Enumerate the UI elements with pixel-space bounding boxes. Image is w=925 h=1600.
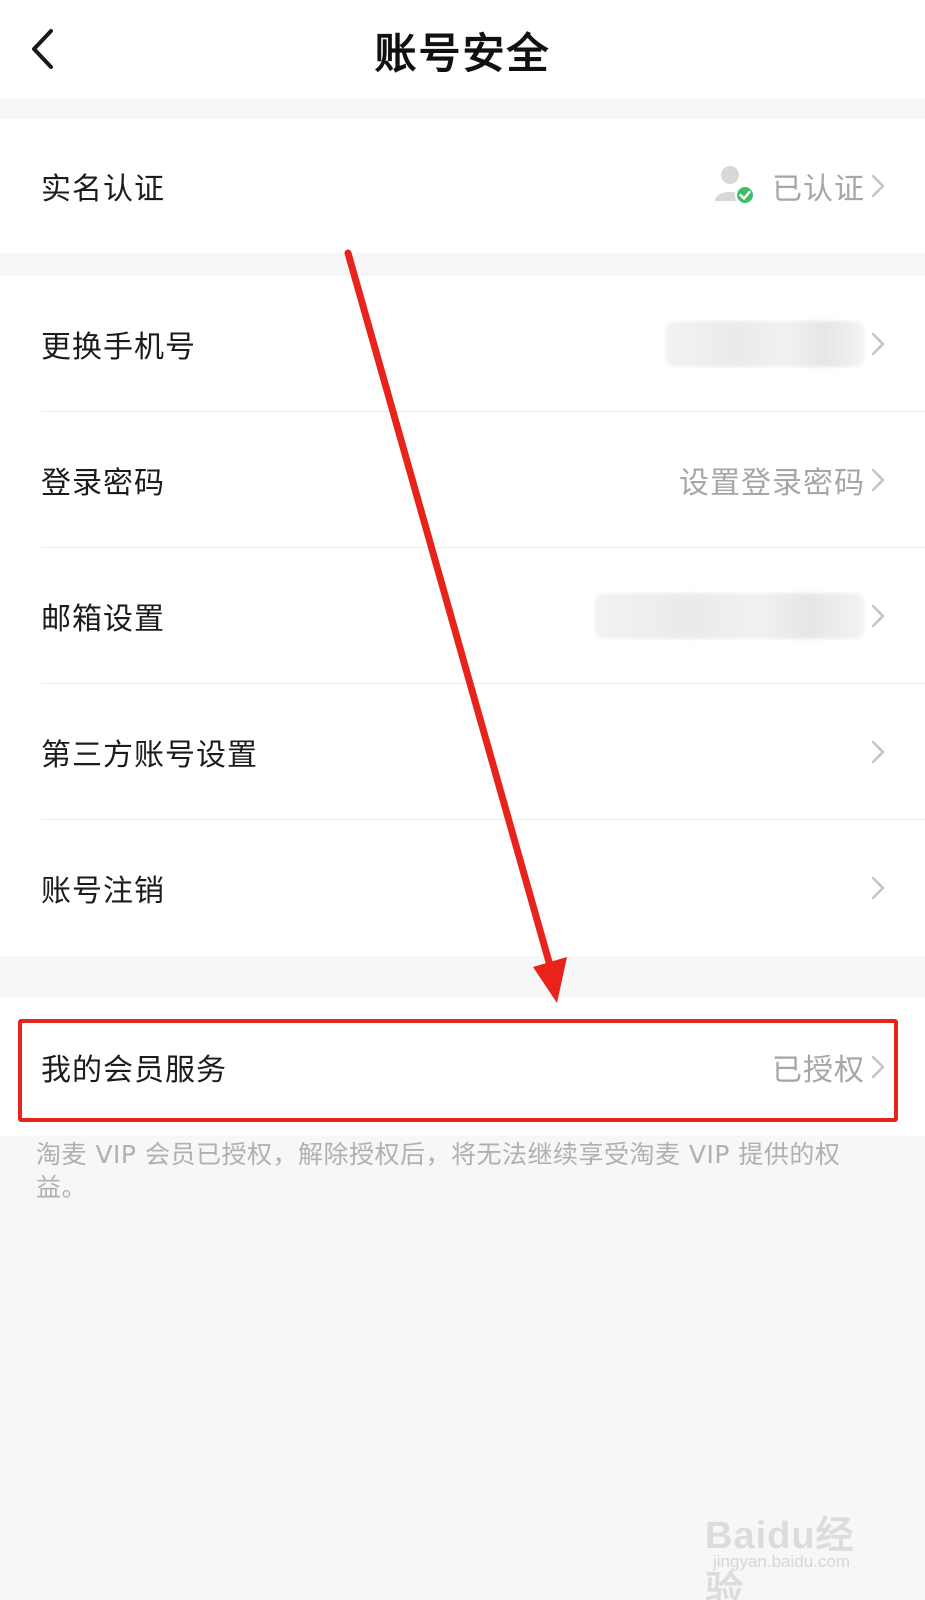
row-value-area	[595, 548, 865, 684]
row-label: 更换手机号	[41, 330, 196, 365]
row-value: 设置登录密码	[679, 466, 865, 501]
row-value: 已认证	[772, 172, 865, 207]
row-value-area: 设置登录密码	[679, 412, 865, 548]
row-change-phone[interactable]: 更换手机号	[0, 276, 925, 412]
membership-note: 淘麦 VIP 会员已授权，解除授权后，将无法继续享受淘麦 VIP 提供的权益。	[36, 1140, 841, 1202]
row-value-area: 已授权	[772, 998, 865, 1136]
chevron-right-icon	[871, 1055, 885, 1079]
chevron-right-icon	[871, 604, 885, 628]
chevron-right-icon	[871, 332, 885, 356]
row-value: 已授权	[772, 1053, 865, 1088]
row-real-name-auth[interactable]: 实名认证 已认证	[0, 119, 925, 253]
page-title: 账号安全	[374, 29, 551, 78]
blurred-phone-number	[665, 321, 865, 367]
row-label: 第三方账号设置	[41, 738, 258, 773]
settings-group-account: 更换手机号 登录密码 设置登录密码 邮箱设置 第三方账号设置 账号注销	[0, 276, 925, 956]
watermark: Baidu经验 jingyan.baidu.com	[705, 1490, 885, 1600]
row-my-membership-service[interactable]: 我的会员服务 已授权	[0, 998, 925, 1136]
chevron-right-icon	[871, 740, 885, 764]
settings-group-membership: 我的会员服务 已授权	[0, 998, 925, 1136]
settings-group-identity: 实名认证 已认证	[0, 119, 925, 253]
chevron-right-icon	[871, 174, 885, 198]
row-label: 实名认证	[41, 172, 165, 207]
row-label: 登录密码	[41, 466, 165, 501]
chevron-right-icon	[871, 468, 885, 492]
row-label: 账号注销	[41, 874, 165, 909]
row-login-password[interactable]: 登录密码 设置登录密码	[0, 412, 925, 548]
row-account-deletion[interactable]: 账号注销	[0, 820, 925, 956]
row-label: 我的会员服务	[41, 1053, 227, 1088]
row-value-area: 已认证	[712, 119, 865, 253]
verified-user-icon	[712, 163, 758, 209]
row-label: 邮箱设置	[41, 602, 165, 637]
row-value-area	[665, 276, 865, 412]
nav-bar: 账号安全	[0, 0, 925, 98]
chevron-right-icon	[871, 876, 885, 900]
blurred-email-address	[595, 593, 865, 639]
row-email-settings[interactable]: 邮箱设置	[0, 548, 925, 684]
row-third-party-accounts[interactable]: 第三方账号设置	[0, 684, 925, 820]
watermark-url: jingyan.baidu.com	[713, 1552, 851, 1571]
